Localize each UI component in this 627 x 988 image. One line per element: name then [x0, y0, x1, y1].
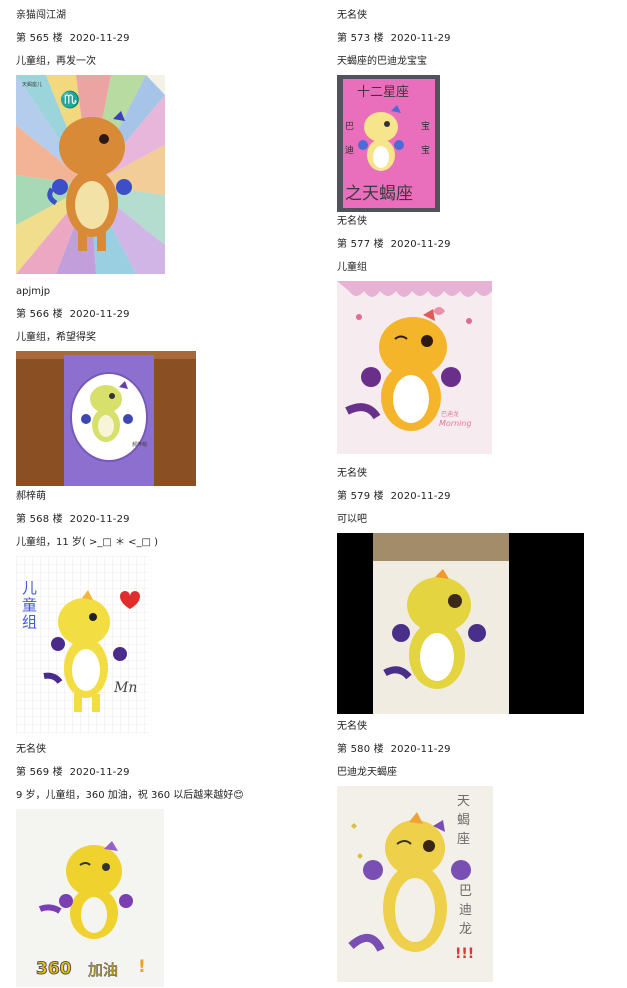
post-text: 巴迪龙天蝎座 — [337, 767, 397, 778]
drawing-side-text: 天蝎座 — [457, 794, 471, 847]
post-author[interactable]: 无名侠 — [337, 462, 584, 485]
drawing-exclaim: !!! — [455, 946, 475, 962]
drawing-caption: 巴迪龙 — [441, 411, 460, 418]
post-floor: 第 580 楼 — [337, 744, 384, 755]
drawing-signature: 郝梓萌 — [132, 442, 148, 448]
post-floor: 第 569 楼 — [16, 767, 63, 778]
photo-dinosaur-drawing[interactable] — [337, 533, 584, 714]
drawing-side-text: 儿童组 — [22, 579, 38, 631]
post-580: 无名侠 第 580 楼 2020-11-29 巴迪龙天蝎座 天蝎座 巴迪龙 !!… — [337, 715, 493, 982]
post-date: 2020-11-29 — [390, 491, 451, 502]
post-568: 郝梓萌 第 568 楼 2020-11-29 儿童组，11 岁( >_□ ＊ <… — [16, 485, 158, 734]
post-date: 2020-11-29 — [69, 767, 130, 778]
post-577: 无名侠 第 577 楼 2020-11-29 儿童组 巴迪龙 Morning — [337, 210, 492, 454]
post-566: apjmjp 第 566 楼 2020-11-29 儿童组，希望得奖 郝梓萌 — [16, 280, 196, 486]
post-meta: 第 580 楼 2020-11-29 — [337, 738, 493, 761]
post-text: 儿童组，11 岁( >_□ ＊ <_□ ) — [16, 537, 159, 548]
drawing-right-text: 宝宝 — [421, 122, 431, 156]
post-meta: 第 573 楼 2020-11-29 — [337, 27, 451, 50]
drawing-banner-number: 360 — [36, 959, 72, 980]
post-meta: 第 568 楼 2020-11-29 — [16, 508, 158, 531]
post-date: 2020-11-29 — [390, 33, 451, 44]
drawing-banner-text: 加油 — [88, 961, 119, 980]
post-author[interactable]: 亲猫闯江湖 — [16, 4, 165, 27]
post-floor: 第 577 楼 — [337, 239, 384, 250]
post-floor: 第 573 楼 — [337, 33, 384, 44]
post-meta: 第 565 楼 2020-11-29 — [16, 27, 165, 50]
rainbow-dinosaur-drawing[interactable]: ♏ 天蝎座儿 — [16, 75, 165, 274]
post-date: 2020-11-29 — [69, 309, 130, 320]
post-meta: 第 579 楼 2020-11-29 — [337, 485, 584, 508]
post-floor: 第 579 楼 — [337, 491, 384, 502]
purple-frame-dinosaur-drawing[interactable]: 郝梓萌 — [16, 351, 196, 486]
bow-dinosaur-drawing[interactable]: 巴迪龙 Morning — [337, 281, 492, 454]
post-573: 无名侠 第 573 楼 2020-11-29 天蝎座的巴迪龙宝宝 十二星座 巴迪… — [337, 4, 451, 212]
drawing-signature: Mn — [114, 680, 138, 696]
drawing-title: 十二星座 — [357, 85, 410, 100]
post-author[interactable]: apjmjp — [16, 280, 196, 303]
post-text: 儿童组，再发一次 — [16, 56, 96, 67]
grid-paper-dinosaur-drawing[interactable]: 儿童组 Mn — [16, 556, 148, 734]
post-floor: 第 565 楼 — [16, 33, 63, 44]
post-meta: 第 577 楼 2020-11-29 — [337, 233, 492, 256]
360-jiayou-dinosaur-drawing[interactable]: 360 加油 ! — [16, 809, 164, 987]
drawing-caption-sub: Morning — [439, 419, 472, 428]
scorpio-dinosaur-drawing[interactable]: 天蝎座 巴迪龙 !!! — [337, 786, 493, 982]
post-author[interactable]: 无名侠 — [16, 738, 244, 761]
drawing-left-text: 巴迪 — [345, 122, 355, 156]
post-floor: 第 568 楼 — [16, 514, 63, 525]
post-date: 2020-11-29 — [69, 33, 130, 44]
post-text: 9 岁，儿童组，360 加油，祝 360 以后越来越好😊 — [16, 790, 244, 801]
post-meta: 第 566 楼 2020-11-29 — [16, 303, 196, 326]
post-meta: 第 569 楼 2020-11-29 — [16, 761, 244, 784]
post-date: 2020-11-29 — [390, 239, 451, 250]
drawing-banner-bang: ! — [138, 957, 146, 977]
post-text: 可以吧 — [337, 514, 367, 525]
svg-text:♏: ♏ — [60, 90, 80, 109]
post-date: 2020-11-29 — [390, 744, 451, 755]
post-date: 2020-11-29 — [69, 514, 130, 525]
post-579: 无名侠 第 579 楼 2020-11-29 可以吧 — [337, 462, 584, 714]
post-author[interactable]: 无名侠 — [337, 4, 451, 27]
post-565: 亲猫闯江湖 第 565 楼 2020-11-29 儿童组，再发一次 ♏ 天蝎座儿 — [16, 4, 165, 274]
post-text: 儿童组，希望得奖 — [16, 332, 96, 343]
post-author[interactable]: 无名侠 — [337, 210, 492, 233]
post-text: 天蝎座的巴迪龙宝宝 — [337, 56, 427, 67]
drawing-bottom-text: 之天蝎座 — [345, 184, 413, 204]
drawing-side-text-2: 巴迪龙 — [459, 884, 473, 937]
post-569: 无名侠 第 569 楼 2020-11-29 9 岁，儿童组，360 加油，祝 … — [16, 738, 244, 987]
post-author[interactable]: 无名侠 — [337, 715, 493, 738]
post-author[interactable]: 郝梓萌 — [16, 485, 158, 508]
drawing-corner-note: 天蝎座儿 — [22, 82, 43, 88]
post-text: 儿童组 — [337, 262, 367, 273]
post-floor: 第 566 楼 — [16, 309, 63, 320]
pink-zodiac-dinosaur-drawing[interactable]: 十二星座 巴迪 宝宝 之天蝎座 — [337, 75, 440, 212]
